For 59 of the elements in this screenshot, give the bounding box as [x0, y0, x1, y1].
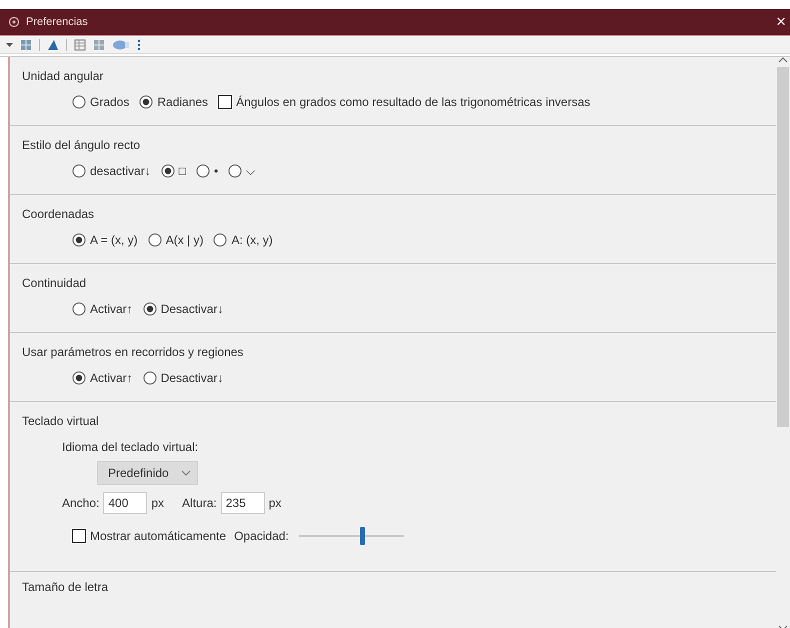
unit-label: px: [268, 496, 282, 510]
width-field[interactable]: 400: [103, 492, 148, 514]
section-title: Teclado virtual: [22, 414, 99, 428]
radio-button[interactable]: [72, 95, 86, 109]
option-label[interactable]: Grados: [90, 95, 130, 109]
radio-button[interactable]: [72, 164, 86, 178]
radio-button[interactable]: [196, 164, 210, 178]
option-label[interactable]: Desactivar↓: [160, 302, 224, 316]
radio-button[interactable]: [148, 233, 162, 247]
section-title: Coordenadas: [22, 207, 94, 221]
section-title: Estilo del ángulo recto: [22, 138, 140, 152]
radio-button[interactable]: [228, 164, 242, 178]
option-label[interactable]: □: [178, 164, 186, 178]
option-label[interactable]: A: (x, y): [231, 233, 273, 247]
radio-button[interactable]: [142, 302, 157, 316]
radio-button[interactable]: [213, 233, 228, 247]
radio-button[interactable]: [72, 233, 86, 247]
option-label[interactable]: Activar↑: [90, 302, 133, 316]
option-label[interactable]: A = (x, y): [90, 233, 138, 247]
option-label[interactable]: Ángulos en grados como resultado de las trigonométricas inversas: [236, 95, 590, 109]
option-label[interactable]: ⌵: [246, 164, 256, 178]
pyramid-icon[interactable]: [47, 38, 59, 50]
option-label[interactable]: Desactivar↓: [160, 371, 224, 385]
field-label: Altura:: [182, 496, 217, 510]
section-title: Unidad angular: [22, 69, 104, 83]
app-icon: [8, 16, 20, 28]
chevron-down-icon: [180, 470, 191, 476]
section-title: Continuidad: [22, 276, 86, 290]
option-label[interactable]: Activar↑: [90, 371, 133, 385]
option-label[interactable]: Mostrar automáticamente: [90, 529, 226, 543]
option-label[interactable]: A(x | y): [166, 233, 204, 247]
close-button[interactable]: ×: [776, 12, 786, 32]
language-dropdown[interactable]: Predefinido: [97, 461, 198, 485]
table-icon[interactable]: [74, 38, 86, 50]
checkbox[interactable]: [218, 95, 232, 109]
option-label[interactable]: desactivar↓: [90, 164, 151, 178]
radio-button[interactable]: [72, 302, 86, 316]
scrollbar[interactable]: [776, 57, 790, 628]
section-title: Usar parámetros en recorridos y regiones: [22, 345, 244, 359]
window-title: Preferencias: [26, 16, 89, 28]
option-label[interactable]: •: [214, 164, 218, 178]
radio-button[interactable]: [72, 371, 86, 385]
field-label: Idioma del teclado virtual:: [62, 440, 198, 454]
radio-button[interactable]: [139, 95, 154, 109]
height-field[interactable]: 235: [220, 492, 265, 514]
more-icon[interactable]: [137, 38, 141, 50]
grid-icon[interactable]: [20, 38, 32, 50]
opacity-slider[interactable]: [298, 525, 404, 547]
option-label[interactable]: Radianes: [157, 95, 208, 109]
scroll-up-icon[interactable]: [778, 57, 788, 63]
radio-button[interactable]: [160, 164, 175, 178]
section-title: Tamaño de letra: [22, 580, 108, 594]
dropdown-arrow-icon[interactable]: [6, 42, 13, 48]
slider-thumb[interactable]: [360, 527, 365, 545]
unit-label: px: [151, 496, 164, 510]
field-label: Opacidad:: [234, 529, 289, 543]
radio-button[interactable]: [142, 371, 157, 385]
checkbox[interactable]: [72, 529, 86, 543]
field-label: Ancho:: [62, 496, 100, 510]
